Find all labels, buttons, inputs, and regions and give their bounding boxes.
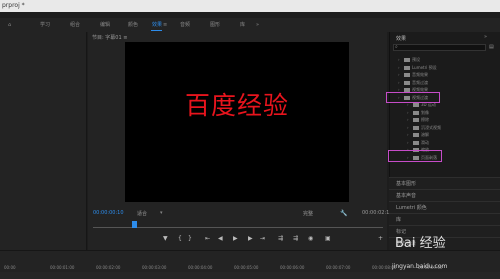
panel-section-tab[interactable]: Lumetri 颜色 [396, 204, 427, 211]
panel-section-tab[interactable]: 基本图形 [396, 180, 416, 187]
window-title: prproj * [2, 2, 25, 9]
effects-tree-item[interactable]: › 预设 [398, 57, 420, 63]
effects-tree-item[interactable]: › 音频效果 [398, 72, 428, 78]
panel-section-tab[interactable]: 基本声音 [396, 192, 416, 199]
effects-tree-item[interactable]: › 滑动 [407, 140, 429, 146]
home-icon[interactable]: ⌂ [8, 22, 11, 28]
duration-timecode: 00:00:02:18 [362, 210, 393, 216]
section-divider [389, 213, 500, 214]
chevron-down-icon[interactable]: ▾ [160, 210, 163, 216]
mark-out-icon[interactable]: } [188, 235, 192, 242]
zoom-select[interactable]: 适合 [137, 210, 147, 217]
effects-tree-item[interactable]: › 划像 [407, 110, 429, 116]
source-panel [0, 32, 87, 250]
panel-section-tab[interactable]: 库 [396, 216, 401, 223]
folder-icon [413, 125, 419, 130]
timeline-tick-label: 00:00 [4, 265, 16, 270]
folder-icon [413, 118, 419, 122]
step-forward-icon[interactable]: ▶ [248, 235, 253, 242]
effects-tree-label: 沉浸式视频 [421, 124, 441, 130]
section-divider [389, 201, 500, 202]
baidu-jingyan-logo: Bai 经验 [395, 236, 446, 251]
folder-icon [404, 80, 410, 85]
folder-icon [413, 140, 419, 145]
timeline-tick-label: 00:00:02:00 [96, 265, 121, 270]
timeline-track[interactable] [0, 272, 500, 279]
effects-tree-item[interactable]: › 音频过渡 [398, 80, 428, 86]
effects-tree-item[interactable]: › 沉浸式视频 [407, 125, 441, 131]
effects-tree-label: 划像 [421, 109, 429, 115]
effects-tree-item[interactable]: › 擦除 [407, 117, 429, 123]
compare-icon[interactable]: ▣ [325, 235, 331, 242]
timeline-tick-label: 00:00:01:00 [50, 265, 75, 270]
workspace-tab-graphics[interactable]: 图形 [210, 21, 220, 29]
effects-tree-label: 预设 [412, 57, 420, 62]
workspace-menu-icon[interactable]: ≡ [163, 22, 167, 28]
timeline-tick-label: 00:00:06:00 [280, 265, 305, 270]
folder-icon [413, 110, 419, 115]
watermark-url: jingyan.baidu.com [392, 263, 448, 270]
workspace-tab-learn[interactable]: 学习 [40, 21, 50, 29]
effects-tree-label: 音频过渡 [412, 79, 428, 85]
workspace-tab-color[interactable]: 颜色 [128, 21, 138, 29]
effects-tree-label: 滑动 [421, 139, 429, 145]
timeline-tick-label: 00:00:04:00 [188, 265, 213, 270]
section-divider [389, 189, 500, 190]
step-back-icon[interactable]: ◀ [218, 235, 223, 242]
overwrite-icon[interactable]: ⇶ [293, 235, 298, 242]
mark-in-icon[interactable]: { [178, 235, 182, 242]
effects-tree-label: 溶解 [421, 132, 429, 137]
video-frame [125, 42, 349, 202]
highlight-box-video-transitions [386, 92, 440, 103]
workspace-tab-assembly[interactable]: 组合 [70, 21, 80, 29]
add-marker-icon[interactable]: ▼ [163, 235, 168, 242]
effects-tree-label: Lumetri 预设 [412, 64, 437, 70]
highlight-box-page-peel [388, 150, 442, 162]
effects-tree-item[interactable]: › 溶解 [407, 132, 429, 138]
export-frame-icon[interactable]: ◉ [308, 235, 313, 242]
folder-icon [404, 58, 410, 62]
workspace-tab-effects[interactable]: 效果 [152, 21, 162, 29]
folder-icon [404, 73, 410, 77]
effects-search-input[interactable] [393, 44, 486, 51]
go-to-out-icon[interactable]: ⇥ [260, 235, 265, 242]
section-divider [389, 177, 500, 178]
search-icon: ⌕ [395, 44, 398, 50]
active-tab-underline [151, 30, 162, 31]
workspace-tab-audio[interactable]: 音频 [180, 21, 190, 29]
window-title-bar: prproj * [0, 0, 500, 12]
folder-icon [404, 65, 410, 70]
panel-menu-icon[interactable]: » [484, 34, 487, 40]
go-to-in-icon[interactable]: ⇤ [205, 235, 210, 242]
timeline-tick-label: 00:00:05:00 [234, 265, 259, 270]
workspace-tab-edit[interactable]: 编辑 [100, 21, 110, 29]
folder-icon [413, 103, 419, 107]
new-bin-icon[interactable]: ▤ [489, 44, 494, 50]
wrench-icon[interactable]: 🔧 [340, 210, 347, 217]
effects-tree-label: 擦除 [421, 117, 429, 122]
more-workspaces-icon[interactable]: » [256, 22, 259, 28]
folder-icon [413, 133, 419, 137]
play-icon[interactable]: ▶ [233, 235, 238, 242]
resolution-select[interactable]: 完整 [303, 210, 313, 217]
workspace-tab-libraries[interactable]: 库 [240, 21, 245, 29]
add-button-icon[interactable]: + [378, 235, 383, 242]
insert-icon[interactable]: ⇶ [278, 235, 283, 242]
playhead[interactable] [132, 221, 137, 228]
section-divider [389, 225, 500, 226]
title-overlay-text: 百度经验 [184, 91, 289, 120]
effects-tree-label: 音频效果 [412, 72, 428, 77]
workspace-bar: ⌂ 学习 组合 编辑 颜色 效果 ≡ 音频 图形 库 » [0, 18, 500, 32]
timeline-tick-label: 00:00:03:00 [142, 265, 167, 270]
effects-panel-title[interactable]: 效果 [396, 35, 406, 42]
current-timecode[interactable]: 00:00:00:10 [93, 210, 124, 216]
program-monitor-tab[interactable]: 节目: 字幕01 ≡ [92, 34, 127, 41]
timeline-tick-label: 00:00:07:00 [326, 265, 351, 270]
effects-tree-item[interactable]: › Lumetri 预设 [398, 65, 437, 71]
